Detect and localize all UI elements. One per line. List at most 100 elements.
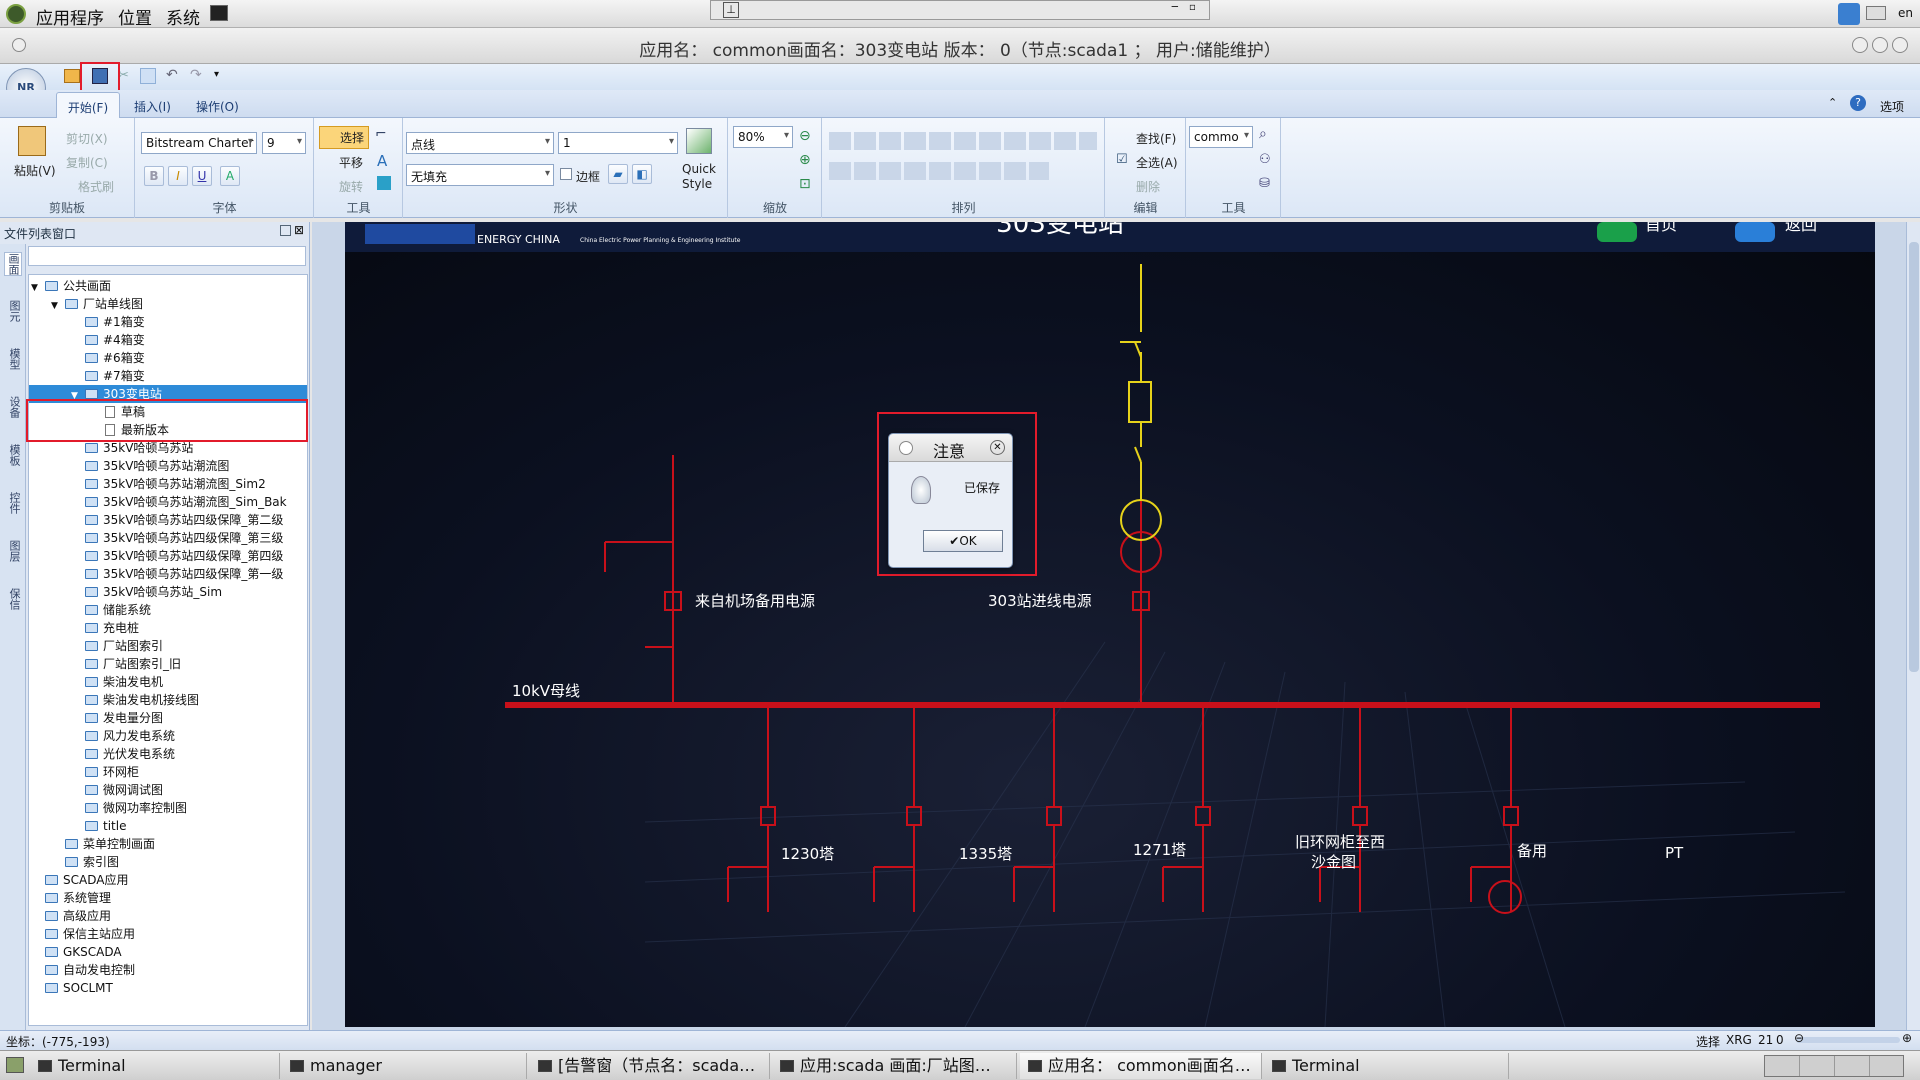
select-all-button[interactable]: 全选(A) (1136, 154, 1178, 171)
paste-button[interactable]: 粘贴(V) (14, 162, 56, 179)
tree-item-folder[interactable]: 35kV哈顿乌苏站四级保障_第三级 (71, 529, 283, 547)
tree-item-folder[interactable]: 微网功率控制图 (71, 799, 187, 817)
italic-button[interactable]: I (168, 166, 188, 186)
vtab-item[interactable]: 画面 (4, 252, 22, 276)
taskbar-button[interactable]: manager (282, 1053, 527, 1079)
tree-item-folder[interactable]: 自动发电控制 (31, 961, 135, 979)
window-maximize-button[interactable] (1872, 37, 1888, 53)
tree-item-folder[interactable]: 微网调试图 (71, 781, 163, 799)
tree-item-folder[interactable]: 储能系统 (71, 601, 151, 619)
taskbar-button[interactable]: 应用名： common画面名… (1020, 1053, 1262, 1079)
tree-item-folder[interactable]: 柴油发电机接线图 (71, 691, 199, 709)
zoom-slider[interactable] (1796, 1037, 1900, 1043)
find-button[interactable]: 查找(F) (1136, 130, 1176, 147)
feeder-breaker[interactable] (760, 806, 776, 826)
zoom-slider-out-icon[interactable]: ⊖ (1794, 1031, 1804, 1045)
tree-item-folder[interactable]: ▼ 厂站单线图 (51, 295, 143, 313)
line-color-button[interactable]: ▰ (608, 164, 628, 184)
grid-icon[interactable] (140, 68, 156, 84)
feeder-breaker[interactable] (1046, 806, 1062, 826)
font-size-combo[interactable]: 9 (262, 132, 306, 154)
panel-float-icon[interactable] (280, 225, 291, 236)
options-menu[interactable]: 选项 (1880, 98, 1904, 115)
expand-arrow-icon[interactable]: ▼ (51, 297, 65, 315)
zoom-out-icon[interactable]: ⊖ (799, 128, 811, 144)
language-indicator[interactable]: en (1898, 6, 1913, 20)
line-width-combo[interactable]: 1 (558, 132, 678, 154)
tree-item-folder[interactable]: SCADA应用 (31, 871, 128, 889)
tree-item-folder[interactable]: 菜单控制画面 (51, 835, 155, 853)
tree-item-folder[interactable]: 环网柜 (71, 763, 139, 781)
help-icon[interactable]: ? (1850, 95, 1866, 111)
copy-button[interactable]: 复制(C) (66, 154, 108, 171)
redo-icon[interactable]: ↷ (190, 67, 202, 83)
tree-item-folder[interactable]: 35kV哈顿乌苏站潮流图_Sim_Bak (71, 493, 287, 511)
dialog-close-icon[interactable]: ✕ (990, 440, 1005, 455)
undo-icon[interactable]: ↶ (166, 67, 178, 83)
delete-button[interactable]: 删除 (1136, 178, 1160, 195)
zoom-in-icon[interactable]: ⊕ (799, 152, 811, 168)
vtab-item[interactable]: 保信 (4, 588, 22, 610)
menu-apps[interactable]: 应用程序 (36, 4, 104, 29)
align-buttons-row2[interactable] (829, 162, 1049, 180)
diagram-canvas[interactable]: ENERGY CHINA China Electric Power Planni… (345, 222, 1875, 1027)
tree-item-folder[interactable]: #4箱变 (71, 331, 145, 349)
select-all-checkbox[interactable]: ☑ (1116, 152, 1128, 167)
cut-button[interactable]: 剪切(X) (66, 130, 108, 147)
tree-item-folder[interactable]: 充电桩 (71, 619, 139, 637)
tree-item-folder[interactable]: 35kV哈顿乌苏站潮流图 (71, 457, 229, 475)
taskbar-button[interactable]: Terminal (1264, 1053, 1509, 1079)
tab-insert[interactable]: 插入(I) (134, 98, 171, 115)
tree-item-folder[interactable]: 风力发电系统 (71, 727, 175, 745)
network-icon[interactable] (1838, 3, 1860, 25)
tree-item-folder[interactable]: 35kV哈顿乌苏站四级保障_第四级 (71, 547, 283, 565)
tree-item-folder[interactable]: 35kV哈顿乌苏站潮流图_Sim2 (71, 475, 266, 493)
underline-button[interactable]: U (192, 166, 212, 186)
tree-item-folder[interactable]: 发电量分图 (71, 709, 163, 727)
taskbar-button[interactable]: Terminal (30, 1053, 280, 1079)
pin-icon[interactable]: ⊥ (723, 2, 739, 18)
tab-home[interactable]: 开始(F) (56, 92, 120, 118)
fuse[interactable] (1128, 381, 1152, 423)
feeder-breaker[interactable] (1352, 806, 1368, 826)
rotate-tool-button[interactable]: 旋转 (339, 178, 363, 195)
canvas-vertical-scrollbar[interactable] (1906, 222, 1920, 1030)
paste-icon[interactable] (18, 126, 46, 156)
keyboard-icon[interactable] (1866, 6, 1886, 20)
font-color-button[interactable]: A (220, 166, 240, 186)
tree-item-folder[interactable]: title (71, 817, 126, 835)
menu-places[interactable]: 位置 (118, 4, 152, 29)
distro-logo-icon[interactable] (6, 4, 26, 24)
fill-bucket-icon[interactable] (377, 176, 391, 190)
open-folder-icon[interactable] (64, 69, 80, 83)
tree-item-folder[interactable]: 35kV哈顿乌苏站四级保障_第一级 (71, 565, 283, 583)
line-style-combo[interactable]: 点线 (406, 132, 554, 154)
tree-item-folder[interactable]: GKSCADA (31, 943, 122, 961)
zoom-combo[interactable]: 80% (733, 126, 793, 148)
select-tool-button[interactable]: 选择 (319, 126, 370, 149)
connector-icon[interactable]: ⌐ (375, 126, 387, 142)
taskbar-button[interactable]: [告警窗（节点名：scada… (530, 1053, 770, 1079)
back-link[interactable]: 返回 (1785, 222, 1817, 234)
tree-item-folder[interactable]: #7箱变 (71, 367, 145, 385)
tree-item-folder[interactable]: 光伏发电系统 (71, 745, 175, 763)
fill-combo[interactable]: 无填充 (406, 164, 554, 186)
text-tool-icon[interactable]: A (377, 152, 387, 170)
border-checkbox[interactable] (560, 168, 572, 180)
feeder-breaker[interactable] (906, 806, 922, 826)
window-minimize-button[interactable] (1852, 37, 1868, 53)
vtab-item[interactable]: 模板 (4, 444, 22, 466)
floating-window-strip[interactable]: ⊥ ‒ ▫ (710, 0, 1210, 20)
vtab-item[interactable]: 设备 (4, 396, 22, 418)
back-icon[interactable] (1735, 222, 1775, 242)
zoom-slider-in-icon[interactable]: ⊕ (1902, 1031, 1912, 1045)
tree-item-folder[interactable]: 柴油发电机 (71, 673, 163, 691)
bold-button[interactable]: B (144, 166, 164, 186)
tree-item-folder[interactable]: #1箱变 (71, 313, 145, 331)
pt-transformer[interactable] (1488, 880, 1522, 914)
search-icon[interactable]: ⌕ (1259, 126, 1267, 142)
tree-item-folder[interactable]: 厂站图索引 (71, 637, 163, 655)
terminal-launcher-icon[interactable] (210, 5, 228, 21)
show-desktop-icon[interactable] (6, 1057, 24, 1073)
qat-dropdown-icon[interactable]: ▾ (214, 69, 219, 80)
